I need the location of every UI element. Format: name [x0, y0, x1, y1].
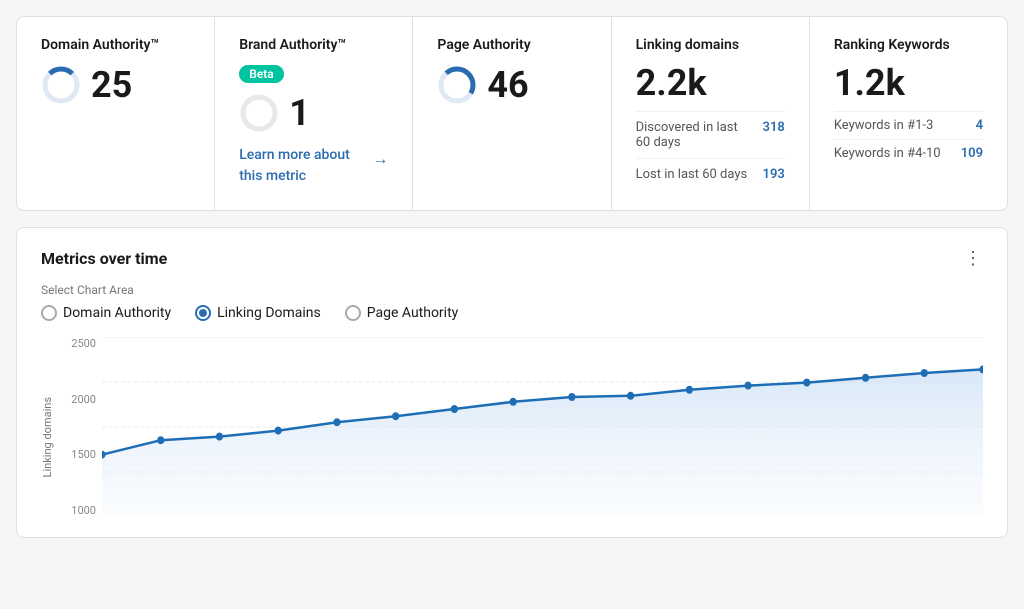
chart-dot-8	[568, 393, 575, 401]
radio-linking-domains-circle	[195, 305, 211, 321]
chart-dot-12	[803, 379, 810, 387]
y-tick-2000: 2000	[71, 393, 96, 406]
radio-linking-domains-inner	[199, 309, 207, 317]
linking-domains-row-1: Lost in last 60 days 193	[636, 158, 785, 190]
chart-area-fill	[102, 369, 983, 517]
y-tick-1500: 1500	[71, 448, 96, 461]
chart-dot-7	[509, 398, 516, 406]
page-authority-title: Page Authority	[437, 37, 586, 53]
domain-authority-donut	[41, 65, 81, 105]
page-authority-metric: 46	[437, 65, 586, 105]
domain-authority-card: Domain Authority™ 25	[17, 17, 215, 210]
metrics-header: Metrics over time ⋮	[41, 248, 983, 269]
linking-domains-value: 2.2k	[636, 65, 785, 101]
y-tick-1000: 1000	[71, 504, 96, 517]
kw-row-1-value: 109	[961, 146, 983, 161]
radio-domain-authority-circle	[41, 305, 57, 321]
chart-inner: 2500 2000 1500 1000	[62, 337, 983, 537]
chart-dot-13	[862, 374, 869, 382]
ranking-keywords-card: Ranking Keywords 1.2k Keywords in #1-3 4…	[810, 17, 1007, 210]
linking-domains-row-0-value: 318	[763, 120, 785, 135]
page-authority-value: 46	[487, 67, 528, 103]
radio-linking-domains[interactable]: Linking Domains	[195, 305, 321, 321]
linking-domains-row-1-label: Lost in last 60 days	[636, 167, 748, 182]
chart-area-label: Select Chart Area	[41, 283, 983, 297]
kw-row-0-value: 4	[976, 118, 983, 133]
y-axis-ticks: 2500 2000 1500 1000	[62, 337, 102, 517]
kw-row-0: Keywords in #1-3 4	[834, 111, 983, 139]
ranking-keywords-value: 1.2k	[834, 65, 983, 101]
domain-authority-value: 25	[91, 67, 132, 103]
brand-authority-donut	[239, 93, 279, 133]
chart-dot-4	[333, 418, 340, 426]
domain-authority-metric: 25	[41, 65, 190, 105]
linking-domains-row-1-value: 193	[763, 167, 785, 182]
chart-dot-14	[921, 369, 928, 377]
more-options-icon[interactable]: ⋮	[964, 248, 983, 269]
ranking-keywords-title: Ranking Keywords	[834, 37, 983, 53]
learn-more-text: Learn more about this metric	[239, 145, 368, 187]
radio-linking-domains-label: Linking Domains	[217, 305, 321, 321]
y-axis-label: Linking domains	[41, 397, 54, 477]
page-authority-card: Page Authority 46	[413, 17, 611, 210]
chart-dot-6	[451, 405, 458, 413]
domain-authority-title: Domain Authority™	[41, 37, 190, 53]
chart-dot-11	[744, 382, 751, 390]
radio-page-authority[interactable]: Page Authority	[345, 305, 459, 321]
chart-dot-1	[157, 436, 164, 444]
metrics-title: Metrics over time	[41, 249, 167, 268]
linking-domains-title: Linking domains	[636, 37, 785, 53]
chart-container: Linking domains 2500 2000 1500 1000	[41, 337, 983, 537]
linking-domains-row-0-label: Discovered in last 60 days	[636, 120, 755, 150]
radio-page-authority-label: Page Authority	[367, 305, 459, 321]
radio-domain-authority[interactable]: Domain Authority	[41, 305, 171, 321]
top-cards-container: Domain Authority™ 25 Brand Authority™ Be…	[16, 16, 1008, 211]
chart-plot	[102, 337, 983, 517]
radio-domain-authority-label: Domain Authority	[63, 305, 171, 321]
brand-authority-card: Brand Authority™ Beta 1 Learn more about…	[215, 17, 413, 210]
brand-authority-metric: 1	[239, 93, 388, 133]
chart-dot-3	[275, 427, 282, 435]
arrow-icon: →	[372, 147, 388, 187]
line-chart-svg	[102, 337, 983, 517]
learn-more-link[interactable]: Learn more about this metric →	[239, 145, 388, 187]
page-authority-donut	[437, 65, 477, 105]
chart-dot-10	[686, 386, 693, 394]
linking-domains-row-0: Discovered in last 60 days 318	[636, 111, 785, 158]
beta-badge: Beta	[239, 65, 284, 83]
linking-domains-sub-rows: Discovered in last 60 days 318 Lost in l…	[636, 111, 785, 190]
y-tick-2500: 2500	[71, 337, 96, 350]
linking-domains-card: Linking domains 2.2k Discovered in last …	[612, 17, 810, 210]
brand-authority-title: Brand Authority™	[239, 37, 388, 53]
brand-authority-value: 1	[289, 95, 310, 131]
ranking-keywords-sub-rows: Keywords in #1-3 4 Keywords in #4-10 109	[834, 111, 983, 167]
chart-dot-5	[392, 412, 399, 420]
radio-page-authority-circle	[345, 305, 361, 321]
kw-row-1-label: Keywords in #4-10	[834, 146, 941, 161]
chart-dot-9	[627, 392, 634, 400]
kw-row-0-label: Keywords in #1-3	[834, 118, 933, 133]
metrics-section: Metrics over time ⋮ Select Chart Area Do…	[16, 227, 1008, 538]
chart-dot-2	[216, 433, 223, 441]
radio-group: Domain Authority Linking Domains Page Au…	[41, 305, 983, 321]
kw-row-1: Keywords in #4-10 109	[834, 139, 983, 167]
